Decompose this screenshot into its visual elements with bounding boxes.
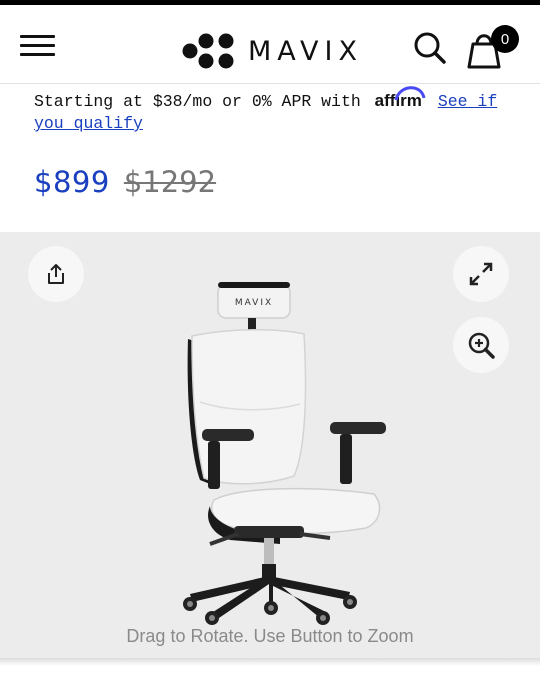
zoom-in-icon xyxy=(468,332,495,359)
brand-name: MAVIX xyxy=(248,35,363,67)
product-3d-viewer[interactable]: MAVIX Drag to Rotate. Use Button to Zoom xyxy=(0,232,540,658)
cart-count-badge: 0 xyxy=(491,25,519,53)
expand-icon xyxy=(469,262,493,286)
site-header: MAVIX 0 xyxy=(0,5,540,84)
share-button[interactable] xyxy=(28,246,84,302)
office-chair-image: MAVIX xyxy=(183,282,386,625)
brand-logo[interactable]: MAVIX xyxy=(182,33,363,69)
affirm-arc-icon xyxy=(394,86,426,101)
mavix-dots-icon xyxy=(182,33,234,69)
financing-message: Starting at $38/mo or 0% APR with affirm… xyxy=(34,86,504,135)
cart-button[interactable]: 0 xyxy=(465,25,521,70)
fullscreen-button[interactable] xyxy=(453,246,509,302)
viewer-shadow xyxy=(0,658,540,666)
chair-brand-label: MAVIX xyxy=(235,298,273,308)
current-price: $899 xyxy=(34,165,110,199)
financing-text: Starting at $38/mo or 0% APR with xyxy=(34,92,361,111)
price-row: $899 $1292 xyxy=(34,165,216,205)
zoom-button[interactable] xyxy=(453,317,509,373)
viewer-instructions: Drag to Rotate. Use Button to Zoom xyxy=(126,626,414,646)
affirm-logo: affirm xyxy=(375,86,426,112)
share-icon xyxy=(48,264,64,284)
search-icon[interactable] xyxy=(412,30,448,66)
original-price: $1292 xyxy=(123,165,217,199)
hamburger-menu-icon[interactable] xyxy=(20,35,56,57)
